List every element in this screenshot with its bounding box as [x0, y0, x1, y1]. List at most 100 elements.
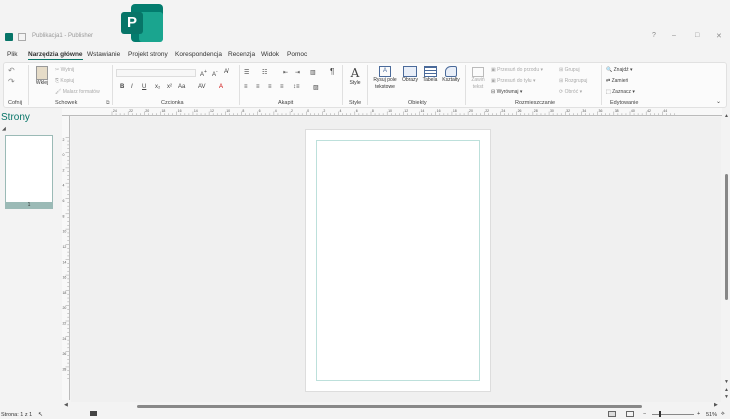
maximize-button[interactable]: □ [695, 32, 699, 39]
single-page-view-icon[interactable] [608, 411, 616, 417]
help-button[interactable]: ? [652, 32, 656, 39]
table-icon [423, 66, 437, 77]
align-right-icon[interactable]: ≡ [268, 84, 272, 90]
ruler-label: 42 [647, 109, 651, 113]
scroll-right-icon[interactable]: ▶ [714, 402, 718, 408]
font-name-dropdown[interactable] [116, 69, 196, 77]
save-icon[interactable] [18, 33, 26, 41]
bring-forward-button[interactable]: ▣ Przesuń do przodu ▾ [491, 67, 543, 73]
collapse-pane-icon[interactable]: ◢ [2, 126, 6, 132]
ruler-label: 32 [566, 109, 570, 113]
zoom-slider-thumb[interactable] [659, 411, 661, 417]
change-case-icon[interactable]: Aa [178, 84, 185, 90]
replace-button[interactable]: ⇄ Zamień [606, 78, 628, 84]
styles-button[interactable]: A Style [347, 66, 363, 86]
zoom-out-icon[interactable]: − [643, 411, 646, 417]
tab-home[interactable]: Narzędzia główne [28, 51, 83, 60]
group-clipboard-label: Schowek [55, 100, 78, 106]
text-box-icon: A [379, 66, 391, 77]
tab-page-design[interactable]: Projekt strony [128, 51, 168, 58]
ruler-label: 14 [194, 109, 198, 113]
cut-button[interactable]: ✂ Wytnij [55, 67, 74, 73]
ruler-label: 4 [275, 109, 277, 113]
underline-icon[interactable]: U [142, 84, 146, 90]
publisher-logo: P [121, 4, 165, 44]
minimize-button[interactable]: – [672, 32, 676, 39]
redo-icon[interactable]: ↷ [8, 77, 15, 86]
two-page-view-icon[interactable] [626, 411, 634, 417]
line-spacing-icon[interactable]: ↕≡ [293, 84, 300, 90]
grow-font-icon[interactable]: A+ [200, 69, 207, 78]
align-center-icon[interactable]: ≡ [256, 84, 260, 90]
subscript-icon[interactable]: x₂ [155, 84, 160, 90]
align-left-icon[interactable]: ≡ [244, 84, 248, 90]
tab-mailings[interactable]: Korespondencja [175, 51, 222, 58]
numbering-icon[interactable]: ☷ [262, 69, 267, 76]
shapes-button[interactable]: Kształty [440, 66, 462, 83]
char-spacing-icon[interactable]: AV [198, 84, 206, 90]
tab-file[interactable]: Plik [7, 51, 17, 58]
next-page-icon[interactable]: ▼ [724, 394, 729, 400]
group-undo-label: Cofnij [8, 100, 23, 106]
ungroup-button[interactable]: ⊞ Rozgrupuj [559, 78, 587, 84]
ruler-label: 2 [62, 138, 64, 142]
paste-button[interactable]: Wklej [33, 66, 51, 86]
ruler-label: 16 [437, 109, 441, 113]
undo-icon[interactable]: ↶ [8, 66, 15, 75]
ruler-label: 18 [453, 109, 457, 113]
justify-icon[interactable]: ≡ [280, 84, 284, 90]
scroll-down-icon[interactable]: ▼ [724, 379, 729, 385]
table-button[interactable]: Tabela [421, 66, 439, 83]
draw-text-box-button[interactable]: A Rysuj pole tekstowe [371, 66, 399, 91]
font-color-icon[interactable]: A [219, 84, 223, 90]
send-backward-button[interactable]: ▣ Przesuń do tyłu ▾ [491, 78, 536, 84]
tab-review[interactable]: Recenzja [228, 51, 255, 58]
ruler-label: 20 [62, 306, 66, 310]
rotate-button[interactable]: ⟳ Obróć ▾ [559, 89, 582, 95]
ruler-label: 2 [323, 109, 325, 113]
align-button[interactable]: ⊟ Wyrównaj ▾ [491, 89, 522, 95]
group-arrange-label: Rozmieszczanie [515, 100, 556, 106]
group-paragraph-label: Akapit [278, 100, 294, 106]
previous-page-icon[interactable]: ▲ [724, 387, 729, 393]
decrease-indent-icon[interactable]: ⇤ [283, 69, 288, 76]
zoom-level[interactable]: 51% [706, 412, 717, 418]
pilcrow-icon[interactable]: ¶ [330, 67, 334, 76]
columns-icon[interactable]: ▥ [310, 69, 316, 76]
page-indicator[interactable]: Strona: 1 z 1 [1, 412, 32, 418]
vertical-scroll-thumb[interactable] [725, 174, 728, 300]
select-button[interactable]: ⬚ Zaznacz ▾ [606, 89, 635, 95]
increase-indent-icon[interactable]: ⇥ [295, 69, 300, 76]
tab-view[interactable]: Widok [261, 51, 279, 58]
horizontal-scroll-thumb[interactable] [137, 405, 642, 408]
pictures-button[interactable]: Obrazy [401, 66, 419, 83]
wrap-text-button[interactable]: Zawiń tekst [469, 67, 487, 91]
zoom-in-icon[interactable]: + [697, 411, 700, 417]
superscript-icon[interactable]: x² [167, 84, 172, 90]
tab-insert[interactable]: Wstawianie [87, 51, 120, 58]
shading-icon[interactable]: ▨ [313, 84, 319, 91]
collapse-ribbon-icon[interactable]: ⌄ [716, 98, 721, 105]
italic-icon[interactable]: I [131, 84, 133, 90]
page-thumbnail[interactable] [5, 135, 53, 208]
vertical-ruler[interactable]: 20246810121416182022242628 [62, 116, 70, 400]
copy-button[interactable]: ⎘ Kopiuj [55, 78, 74, 84]
clipboard-launcher-icon[interactable]: ⧉ [106, 100, 110, 106]
vertical-scrollbar[interactable]: ▲ ▼ ▲ ▼ [722, 113, 730, 401]
bold-icon[interactable]: B [120, 84, 124, 90]
find-button[interactable]: 🔍 Znajdź ▾ [606, 67, 633, 73]
close-button[interactable]: ✕ [716, 32, 722, 40]
ruler-label: 24 [62, 337, 66, 341]
format-painter-button[interactable]: 🖌 Malarz formatów [55, 89, 100, 95]
group-button[interactable]: ⊞ Grupuj [559, 67, 580, 73]
clear-format-icon[interactable]: A̸ [224, 69, 228, 75]
app-icon [5, 33, 13, 41]
bullets-icon[interactable]: ☰ [244, 69, 249, 76]
ruler-label: 24 [501, 109, 505, 113]
fit-page-icon[interactable]: ⟡ [721, 411, 725, 418]
tab-help[interactable]: Pomoc [287, 51, 307, 58]
shrink-font-icon[interactable]: A- [212, 69, 218, 78]
scroll-left-icon[interactable]: ◀ [64, 402, 68, 408]
horizontal-ruler[interactable]: 24 22 20 18 16 14 12 10 8 6 4 2 0 2 4 6 8 10 12 14 16 18 20 22 2… [62, 108, 722, 116]
scroll-up-icon[interactable]: ▲ [724, 113, 729, 119]
